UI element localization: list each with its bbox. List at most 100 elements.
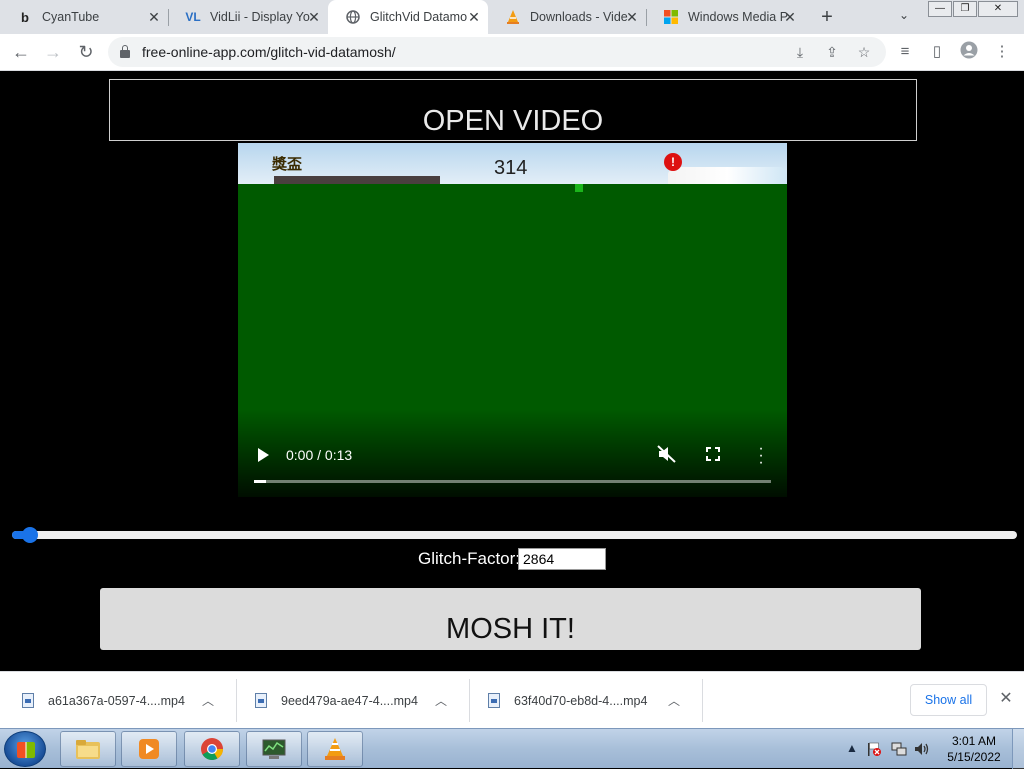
tab-downloads[interactable]: Downloads - Vide ✕: [488, 0, 646, 34]
volume-icon[interactable]: [914, 741, 930, 757]
download-bar: a61a367a-0597-4....mp4 ︿ 9eed479a-ae47-4…: [0, 671, 1024, 728]
vidlii-icon: VL: [185, 10, 201, 24]
bookmark-star-icon[interactable]: ☆: [854, 42, 874, 62]
tab-search-chevron-icon[interactable]: ⌄: [895, 8, 913, 26]
video-artifact-bar: [274, 176, 440, 184]
tab-windows-media[interactable]: Windows Media P ✕: [646, 0, 804, 34]
video-player[interactable]: 獎盃 314 ! 0:00 / 0:13 · · ·: [238, 143, 787, 497]
download-divider: [469, 679, 470, 722]
download-divider: [702, 679, 703, 722]
taskbar-media-player[interactable]: [121, 731, 177, 767]
globe-icon: [344, 8, 362, 26]
browser-toolbar: ← → ↻ free-online-app.com/glitch-vid-dat…: [0, 34, 1024, 71]
windows-taskbar: ▲ 3:01 AM 5/15/2022: [0, 728, 1024, 769]
alert-badge-icon: !: [664, 153, 682, 171]
forward-arrow-icon[interactable]: →: [41, 40, 65, 64]
video-progress-bar[interactable]: [254, 480, 771, 483]
start-button[interactable]: [4, 731, 46, 767]
taskbar-vlc[interactable]: [307, 731, 363, 767]
monitor-app-icon: [262, 739, 286, 759]
lock-icon: [120, 45, 130, 58]
chevron-up-icon[interactable]: ︿: [431, 692, 451, 709]
share-icon[interactable]: ⇪: [822, 42, 842, 62]
tab-vidlii[interactable]: VL VidLii - Display Yo ✕: [168, 0, 328, 34]
minimize-icon[interactable]: —: [928, 1, 952, 17]
play-icon[interactable]: [258, 448, 269, 462]
web-page: OPEN VIDEO 獎盃 314 ! 0:00 / 0:13 · · · Glit…: [0, 71, 1024, 700]
download-filename: 63f40d70-eb8d-4....mp4: [514, 693, 648, 708]
show-desktop-button[interactable]: [1012, 729, 1024, 769]
tab-strip: b CyanTube ✕ VL VidLii - Display Yo ✕ Gl…: [0, 0, 1024, 34]
muted-speaker-icon[interactable]: [656, 445, 678, 465]
download-divider: [236, 679, 237, 722]
flag-alert-icon[interactable]: [866, 741, 882, 757]
url-text: free-online-app.com/glitch-vid-datamosh/: [142, 44, 396, 60]
slider-thumb[interactable]: [22, 527, 39, 543]
address-bar[interactable]: free-online-app.com/glitch-vid-datamosh/…: [108, 37, 886, 67]
close-window-icon[interactable]: ✕: [978, 1, 1018, 17]
close-tab-icon[interactable]: ✕: [306, 9, 322, 25]
video-file-icon: [22, 693, 34, 708]
new-tab-icon[interactable]: +: [816, 6, 838, 28]
close-tab-icon[interactable]: ✕: [624, 9, 640, 25]
video-overlay-number: 314: [494, 157, 528, 179]
windows-flag-icon: [17, 742, 35, 758]
open-video-button[interactable]: OPEN VIDEO: [109, 79, 917, 141]
download-filename: a61a367a-0597-4....mp4: [48, 693, 185, 708]
vlc-cone-icon: [504, 8, 522, 26]
glitch-factor-label: Glitch-Factor:: [418, 549, 521, 568]
video-file-icon: [488, 693, 500, 708]
back-arrow-icon[interactable]: ←: [9, 40, 33, 64]
clock-time: 3:01 AM: [951, 734, 997, 748]
download-item[interactable]: a61a367a-0597-4....mp4 ︿: [22, 672, 218, 729]
windows-logo-icon: [662, 8, 680, 26]
video-menu-icon[interactable]: · · ·: [758, 441, 764, 471]
chevron-up-icon[interactable]: ︿: [664, 692, 684, 709]
media-controls-icon[interactable]: ≡: [894, 41, 916, 63]
taskbar-app[interactable]: [246, 731, 302, 767]
tab-glitchvid[interactable]: GlitchVid Datamo ✕: [328, 0, 488, 34]
chevron-up-icon[interactable]: ︿: [198, 692, 218, 709]
taskbar-chrome[interactable]: [184, 731, 240, 767]
video-overlay-text: 獎盃: [272, 156, 303, 173]
clock-date: 5/15/2022: [947, 750, 1001, 764]
glitch-factor-input[interactable]: [518, 548, 606, 570]
download-item[interactable]: 63f40d70-eb8d-4....mp4 ︿: [488, 672, 684, 729]
side-panel-icon[interactable]: ▯: [926, 41, 948, 63]
vlc-cone-icon: [325, 738, 345, 760]
install-app-icon[interactable]: ⤓: [790, 42, 810, 62]
system-clock[interactable]: 3:01 AM 5/15/2022: [944, 733, 1004, 765]
close-tab-icon[interactable]: ✕: [146, 9, 162, 25]
profile-avatar-icon[interactable]: [958, 41, 980, 63]
close-download-bar-icon[interactable]: ✕: [996, 689, 1016, 709]
video-file-icon: [255, 693, 267, 708]
show-hidden-icons-chevron[interactable]: ▲: [844, 741, 860, 757]
tab-title: GlitchVid Datamo: [370, 10, 468, 24]
fullscreen-icon[interactable]: [706, 447, 720, 461]
video-time: 0:00 / 0:13: [286, 447, 353, 463]
tab-cyantube[interactable]: b CyanTube ✕: [0, 0, 168, 34]
video-frame-artifact: 獎盃 314 !: [238, 143, 787, 184]
glitch-pixel: [575, 184, 583, 192]
chrome-icon: [201, 738, 223, 760]
folder-icon: [76, 740, 100, 759]
taskbar-explorer[interactable]: [60, 731, 116, 767]
glitch-factor-slider[interactable]: [12, 527, 1017, 543]
tab-title: Downloads - Vide: [530, 10, 628, 24]
video-progress-fill: [254, 480, 266, 483]
close-tab-icon[interactable]: ✕: [782, 9, 798, 25]
restore-icon[interactable]: ❐: [953, 1, 977, 17]
close-tab-icon[interactable]: ✕: [466, 9, 482, 25]
media-player-icon: [139, 739, 159, 759]
network-icon[interactable]: [891, 741, 907, 757]
download-filename: 9eed479a-ae47-4....mp4: [281, 693, 418, 708]
browser-menu-icon[interactable]: ⋮: [991, 41, 1013, 63]
tab-title: VidLii - Display Yo: [210, 10, 310, 24]
tab-title: CyanTube: [42, 10, 100, 24]
download-item[interactable]: 9eed479a-ae47-4....mp4 ︿: [255, 672, 451, 729]
cloud-artifact: [668, 167, 787, 184]
mosh-it-button[interactable]: MOSH IT!: [100, 588, 921, 650]
tab-title: Windows Media P: [688, 10, 789, 24]
show-all-button[interactable]: Show all: [910, 684, 987, 716]
reload-icon[interactable]: ↻: [74, 40, 98, 64]
